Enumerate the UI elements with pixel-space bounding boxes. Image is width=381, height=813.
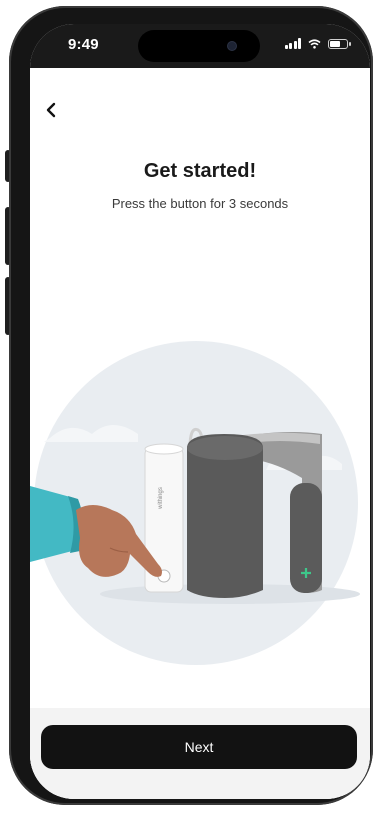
device-brand-label: withings [158,487,164,510]
phone-frame: 9:49 Get started! Press the button for 3… [9,6,373,805]
cuff-opening [187,436,263,460]
battery-icon [328,38,351,49]
back-chevron-icon[interactable] [42,100,62,120]
page-title: Get started! [143,160,257,182]
status-bar: 9:49 [30,24,370,68]
status-icons [284,38,351,49]
get-started-page: Get started! Press the button for 3 seco… [30,68,370,799]
device-top [144,443,184,455]
wifi-icon [308,38,321,49]
next-button[interactable]: Next [41,725,357,769]
camera-icon [228,42,236,50]
status-time: 9:49 [68,36,99,53]
page-subtitle: Press the button for 3 seconds [111,196,289,211]
signal-icon [284,38,301,49]
dynamic-island [138,30,260,62]
phone-screen: 9:49 Get started! Press the button for 3… [30,24,370,799]
device-illustration: withings [30,341,360,665]
